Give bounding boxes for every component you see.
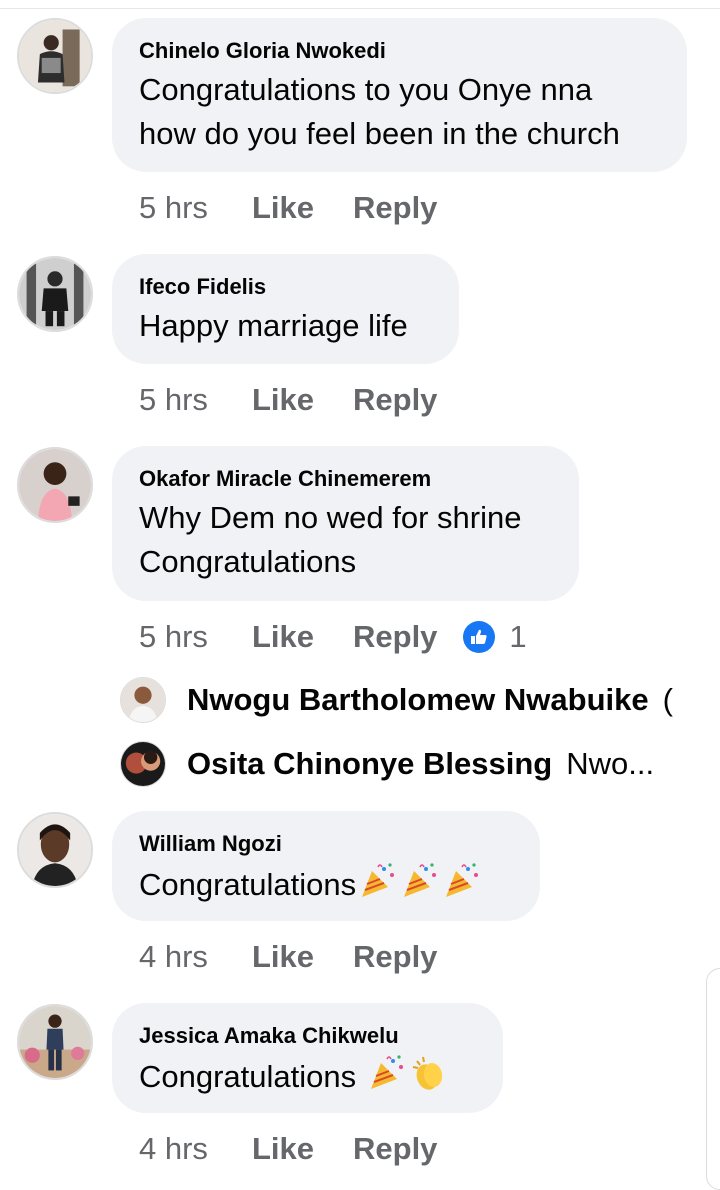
top-divider (0, 8, 720, 9)
comment-timestamp[interactable]: 4 hrs (139, 1131, 252, 1167)
like-button[interactable]: Like (252, 939, 353, 975)
comment-actions: 5 hrs Like Reply (139, 188, 437, 228)
comment-text: Congratulations (139, 1059, 357, 1095)
comment-author[interactable]: William Ngozi (139, 831, 512, 857)
avatar[interactable] (17, 447, 93, 523)
party-popper-icon (400, 861, 440, 913)
reply-button[interactable]: Reply (353, 939, 437, 975)
clapping-hands-icon (409, 1053, 449, 1105)
side-panel-edge (706, 968, 720, 1190)
comment-actions: 4 hrs Like Reply (139, 937, 437, 977)
avatar[interactable] (17, 256, 93, 332)
reply-text: Nwo... (566, 746, 655, 781)
reply-button[interactable]: Reply (353, 619, 437, 655)
like-button[interactable]: Like (252, 382, 353, 418)
comment-text-line: Congratulations to you Onye nna (139, 72, 593, 107)
reply-button[interactable]: Reply (353, 382, 437, 418)
comment-bubble: William Ngozi Congratulations (112, 811, 540, 921)
like-button[interactable]: Like (252, 1131, 353, 1167)
comment-author[interactable]: Jessica Amaka Chikwelu (139, 1023, 475, 1049)
like-button[interactable]: Like (252, 190, 353, 226)
comment-bubble: Okafor Miracle Chinemerem Why Dem no wed… (112, 446, 579, 601)
like-thumb-icon (463, 621, 496, 653)
comment-actions: 4 hrs Like Reply (139, 1129, 437, 1169)
party-popper-icon (367, 1053, 407, 1105)
comment-text-line: Happy marriage life (139, 308, 408, 343)
comment-timestamp[interactable]: 4 hrs (139, 939, 252, 975)
comment-timestamp[interactable]: 5 hrs (139, 190, 252, 226)
comment-bubble: Jessica Amaka Chikwelu Congratulations (112, 1003, 503, 1113)
comment-text-line: Why Dem no wed for shrine (139, 500, 522, 535)
like-button[interactable]: Like (252, 619, 353, 655)
comment-author[interactable]: Ifeco Fidelis (139, 274, 431, 300)
party-popper-icon (358, 861, 398, 913)
comment-text-line: Congratulations (139, 544, 357, 579)
reaction-count: 1 (509, 619, 527, 654)
comment-text-line: Congratulations (139, 861, 512, 913)
comment-text: Congratulations (139, 867, 357, 903)
avatar (120, 741, 166, 787)
comment-bubble: Chinelo Gloria Nwokedi Congratulations t… (112, 18, 687, 172)
reaction-summary[interactable]: 1 (463, 619, 527, 655)
comment-timestamp[interactable]: 5 hrs (139, 382, 252, 418)
comment-bubble: Ifeco Fidelis Happy marriage life (112, 254, 459, 364)
comment-actions: 5 hrs Like Reply 1 (139, 617, 527, 657)
reply-author[interactable]: Osita Chinonye Blessing (187, 746, 552, 782)
comment-text-line: how do you feel been in the church (139, 116, 620, 151)
avatar[interactable] (17, 812, 93, 888)
avatar (120, 677, 166, 723)
reply-button[interactable]: Reply (353, 1131, 437, 1167)
comment-text-line: Congratulations (139, 1053, 475, 1105)
reply-text: ( (662, 682, 673, 717)
reply-author[interactable]: Nwogu Bartholomew Nwabuike (187, 682, 649, 718)
party-popper-icon (442, 861, 482, 913)
reply-preview[interactable]: Osita Chinonye Blessing Nwo... (120, 741, 654, 787)
avatar[interactable] (17, 18, 93, 94)
reply-preview[interactable]: Nwogu Bartholomew Nwabuike ( (120, 677, 673, 723)
reply-button[interactable]: Reply (353, 190, 437, 226)
comment-timestamp[interactable]: 5 hrs (139, 619, 252, 655)
comment-author[interactable]: Chinelo Gloria Nwokedi (139, 38, 659, 64)
avatar[interactable] (17, 1004, 93, 1080)
comment-actions: 5 hrs Like Reply (139, 380, 437, 420)
comment-author[interactable]: Okafor Miracle Chinemerem (139, 466, 551, 492)
